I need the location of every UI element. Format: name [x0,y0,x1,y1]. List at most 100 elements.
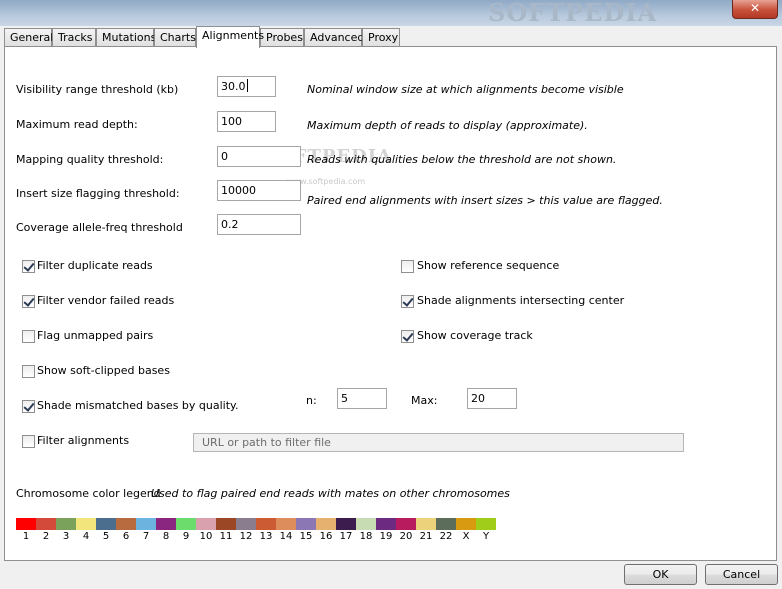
tab-mutations[interactable]: Mutations [96,28,156,46]
chromosome-swatch-16 [316,518,336,530]
chromosome-swatch-5 [96,518,116,530]
chromosome-label-9: 9 [182,531,190,542]
insert-size-label: Insert size flagging threshold: [16,187,180,200]
chromosome-label-15: 15 [299,531,313,542]
cancel-button[interactable]: Cancel [705,564,778,585]
chromosome-swatch-22 [436,518,456,530]
coverage-allele-input[interactable]: 0.2 [217,214,301,235]
chromosome-swatch-9 [176,518,196,530]
title-bar: SOFTPEDIA ✕ [0,0,782,27]
chromosome-swatch-17 [336,518,356,530]
shade-mismatched-label: Shade mismatched bases by quality. [37,399,239,412]
filter-duplicate-checkbox[interactable] [22,260,35,273]
chromosome-label-2: 2 [42,531,50,542]
mapping-quality-label: Mapping quality threshold: [16,153,164,166]
coverage-allele-label: Coverage allele-freq threshold [16,221,183,234]
shade-center-label: Shade alignments intersecting center [417,294,625,307]
chromosome-swatch-20 [396,518,416,530]
close-button[interactable]: ✕ [732,0,778,19]
chromosome-label-4: 4 [82,531,90,542]
chromosome-swatch-19 [376,518,396,530]
chromosome-swatch-18 [356,518,376,530]
chromosome-label-1: 1 [22,531,30,542]
show-coverage-checkbox[interactable] [401,330,414,343]
filter-alignments-checkbox[interactable] [22,435,35,448]
show-reference-checkbox[interactable] [401,260,414,273]
quality-min-input[interactable]: 5 [337,388,387,409]
chromosome-label-21: 21 [419,531,433,542]
chromosome-label-17: 17 [339,531,353,542]
quality-min-label: n: [306,394,317,407]
chromosome-swatch-Y [476,518,496,530]
chromosome-label-X: X [462,531,470,542]
flag-unmapped-label: Flag unmapped pairs [37,329,154,342]
tab-proxy[interactable]: Proxy [362,28,400,46]
chromosome-swatch-7 [136,518,156,530]
show-reference-label: Show reference sequence [417,259,560,272]
mapping-quality-desc: Reads with qualities below the threshold… [307,153,617,166]
tab-general[interactable]: General [4,28,53,46]
quality-max-label: Max: [411,394,438,407]
chromosome-label-8: 8 [162,531,170,542]
chromosome-swatch-X [456,518,476,530]
filter-vendor-failed-label: Filter vendor failed reads [37,294,175,307]
legend-title: Chromosome color legend [16,487,161,500]
max-read-depth-input[interactable]: 100 [217,111,276,132]
chromosome-label-6: 6 [122,531,130,542]
chromosome-label-12: 12 [239,531,253,542]
insert-size-input[interactable]: 10000 [217,180,301,201]
visibility-range-label: Visibility range threshold (kb) [16,83,179,96]
chromosome-swatch-1 [16,518,36,530]
visibility-range-input[interactable]: 30.0 [217,76,276,97]
chromosome-swatch-11 [216,518,236,530]
chromosome-label-11: 11 [219,531,233,542]
insert-size-desc: Paired end alignments with insert sizes … [307,194,663,207]
chromosome-label-20: 20 [399,531,413,542]
chromosome-label-18: 18 [359,531,373,542]
filter-vendor-failed-checkbox[interactable] [22,295,35,308]
chromosome-label-Y: Y [482,531,490,542]
chromosome-label-19: 19 [379,531,393,542]
max-read-depth-label: Maximum read depth: [16,118,138,131]
visibility-range-desc: Nominal window size at which alignments … [307,83,624,96]
show-coverage-label: Show coverage track [417,329,533,342]
chromosome-swatch-21 [416,518,436,530]
chromosome-swatch-4 [76,518,96,530]
legend-desc: Used to flag paired end reads with mates… [151,487,510,500]
flag-unmapped-checkbox[interactable] [22,330,35,343]
chromosome-label-16: 16 [319,531,333,542]
chromosome-label-3: 3 [62,531,70,542]
chromosome-swatch-3 [56,518,76,530]
alignments-panel: SOFTPEDIA www.softpedia.com Visibility r… [4,46,777,561]
chromosome-label-22: 22 [439,531,453,542]
filter-file-input[interactable]: URL or path to filter file [193,433,684,452]
chromosome-label-10: 10 [199,531,213,542]
tab-probes[interactable]: Probes [260,28,304,46]
chromosome-label-5: 5 [102,531,110,542]
filter-alignments-label: Filter alignments [37,434,130,447]
shade-mismatched-checkbox[interactable] [22,400,35,413]
max-read-depth-desc: Maximum depth of reads to display (appro… [307,119,588,132]
quality-max-input[interactable]: 20 [467,388,517,409]
chromosome-swatch-8 [156,518,176,530]
show-soft-clipped-label: Show soft-clipped bases [37,364,170,377]
chromosome-swatch-10 [196,518,216,530]
chromosome-swatch-12 [236,518,256,530]
filter-duplicate-label: Filter duplicate reads [37,259,153,272]
chromosome-swatch-6 [116,518,136,530]
tab-advanced[interactable]: Advanced [304,28,364,46]
chromosome-swatch-2 [36,518,56,530]
watermark-logo: SOFTPEDIA [488,0,658,27]
show-soft-clipped-checkbox[interactable] [22,365,35,378]
chromosome-label-13: 13 [259,531,273,542]
chromosome-swatch-13 [256,518,276,530]
tab-charts[interactable]: Charts [154,28,196,46]
shade-center-checkbox[interactable] [401,295,414,308]
mapping-quality-input[interactable]: 0 [217,146,301,167]
chromosome-swatch-15 [296,518,316,530]
tab-tracks[interactable]: Tracks [52,28,96,46]
chromosome-label-14: 14 [279,531,293,542]
chromosome-label-7: 7 [142,531,150,542]
ok-button[interactable]: OK [624,564,697,585]
tab-alignments[interactable]: Alignments [196,26,264,48]
